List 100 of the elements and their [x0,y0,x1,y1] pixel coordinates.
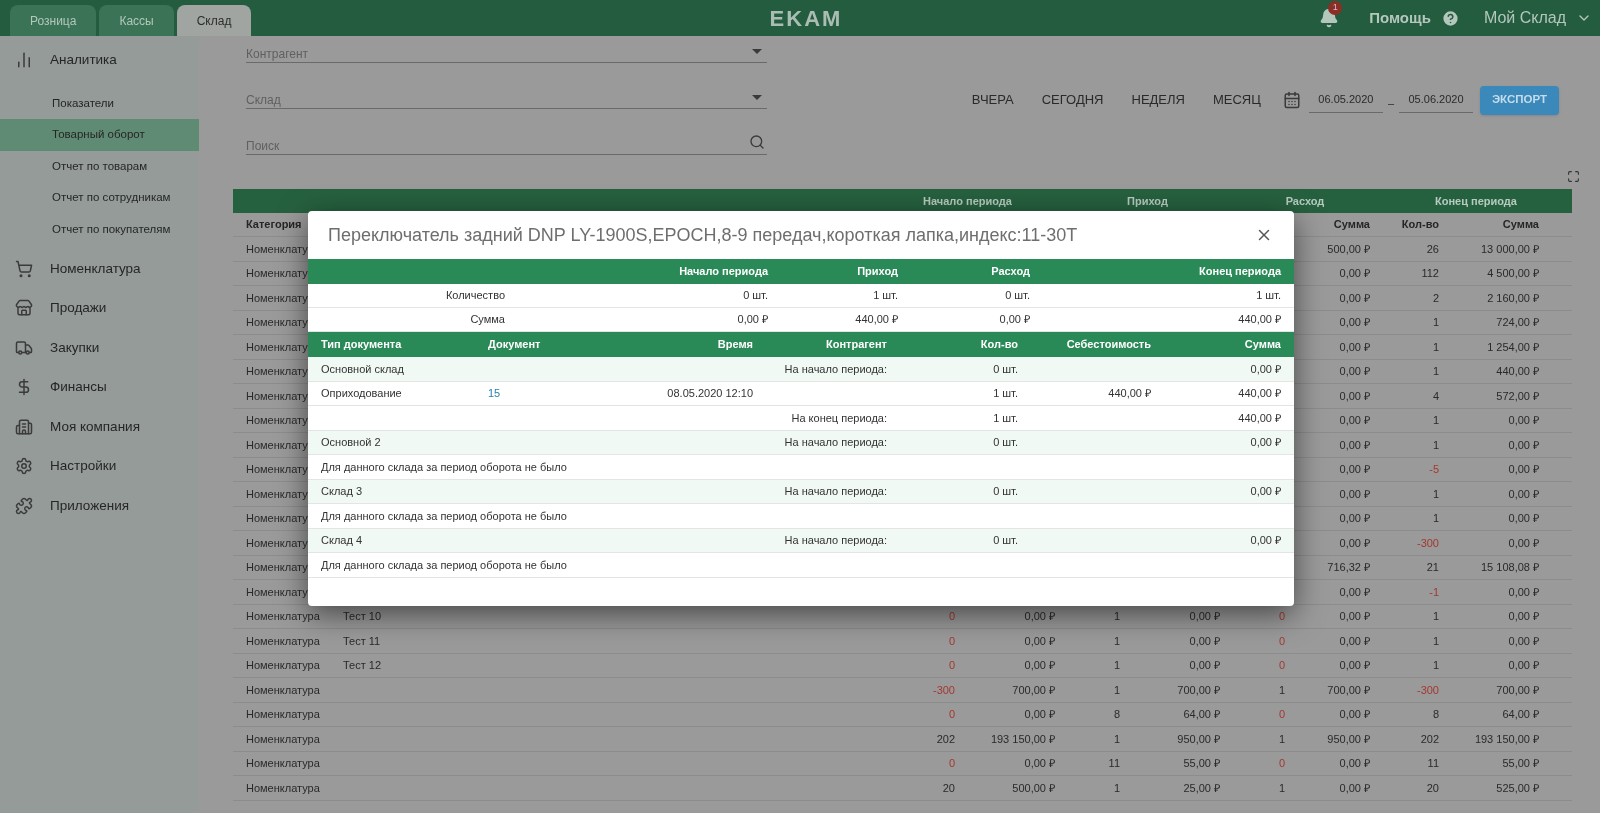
help-icon[interactable] [1440,8,1460,28]
account-menu[interactable]: Мой Склад [1483,6,1566,30]
table-cell-text: 08.05.2020 12:10 [666,386,754,401]
table-cell-text: 0 [1277,658,1286,673]
period-button[interactable]: МЕСЯЦ [1198,90,1275,110]
module-tab[interactable]: Кассы [99,5,174,36]
table-cell-text: 1 [1112,658,1121,673]
table-cell-text: 0,00 ₽ [1507,413,1540,428]
table-cell-text: 950,00 ₽ [1326,731,1371,747]
row-label: Количество [444,288,506,304]
table-cell-text: Номенклатура [246,731,320,747]
table-cell-text: 0,00 ₽ [998,312,1031,328]
sidebar-subitem[interactable]: Показатели [0,87,199,119]
table-cell-text: 1 [1277,780,1286,796]
truck-icon[interactable] [15,338,33,357]
table-cell-text: 13 000,00 ₽ [1480,241,1540,257]
fullscreen-icon[interactable] [1567,170,1580,183]
table-cell-text: 1 [1431,437,1440,453]
table-cell-text: 20 [941,780,956,796]
table-cell-text: Номенклату [246,535,308,551]
table-cell-text: Тест 10 [343,609,382,624]
sidebar-item[interactable]: Моя компания [50,416,140,437]
sidebar-item[interactable]: Настройки [50,456,117,477]
table-cell-text: Номенклату [246,364,308,379]
table-cell-text: 0,00 ₽ [1338,756,1371,771]
search-field[interactable]: Поиск [246,131,767,155]
building-icon[interactable] [15,417,33,436]
table-cell-text: 1 [1277,682,1286,698]
sidebar-subitem[interactable]: Отчет по сотрудникам [0,182,199,214]
module-tab[interactable]: Склад [176,5,252,36]
table-cell-text: 0 [1277,756,1286,771]
column-header[interactable]: Кол-во [1380,216,1449,233]
table-cell-text: 0,00 ₽ [1338,364,1371,379]
table-cell-text: 500,00 ₽ [1326,241,1371,257]
table-cell-text: 8 [1431,707,1440,722]
caret-icon [752,95,762,100]
sidebar-item[interactable]: Приложения [50,495,129,516]
column-header[interactable]: Сумма [1449,216,1572,233]
table-cell-text: 1 шт. [992,410,1019,426]
date-field[interactable]: 05.06.2020 [1399,87,1473,113]
column-header[interactable]: Сумма [1295,216,1380,233]
sidebar-item[interactable]: Финансы [50,377,107,398]
table-cell-text: Номенклату [246,486,308,502]
table-cell-text: Номенклату [246,462,308,477]
table-cell-text: -300 [1415,682,1440,698]
table-cell-text: 572,00 ₽ [1495,388,1540,404]
table-cell-text: 0,00 ₽ [1338,413,1371,428]
date-field[interactable]: 06.05.2020 [1308,87,1383,113]
empty-period-note: Для данного склада за период оборота не было [320,557,567,573]
period-button[interactable]: ВЧЕРА [957,90,1028,110]
table-cell-text: 0,00 ₽ [1188,658,1221,673]
sidebar-item[interactable]: Аналитика [50,49,117,70]
store-icon[interactable] [15,299,33,318]
search-icon[interactable] [749,134,765,150]
help-link[interactable]: Помощь [1369,6,1431,30]
table-cell-text: 500,00 ₽ [1011,780,1056,796]
module-tab[interactable]: Розница [10,5,97,36]
table-cell-text: 0,00 ₽ [736,312,769,328]
column-header: Тип документа [320,337,403,353]
sidebar-subitem[interactable]: Отчет по покупателям [0,213,199,245]
table-cell-text: 950,00 ₽ [1176,731,1221,747]
table-cell-text: Номенклату [246,266,308,281]
sidebar-item[interactable]: Номенклатура [50,258,141,279]
sidebar-item[interactable]: Продажи [50,298,107,319]
sidebar-subitem[interactable]: Товарный оборот [0,119,199,151]
table-cell-text: На начало периода: [783,484,888,499]
table-cell-text: 21 [1425,560,1440,575]
puzzle-icon[interactable] [15,496,33,515]
table-cell-text: 1 [1277,731,1286,747]
table-cell-text: Номенклату [246,437,308,453]
select-field[interactable]: Склад [246,85,767,109]
sidebar-subitem[interactable]: Отчет по товарам [0,150,199,182]
table-cell-text: 1 шт. [872,288,899,304]
document-link[interactable]: 15 [475,385,600,402]
table-cell-text: 11 [1107,756,1121,771]
table-cell-text: 0,00 ₽ [1338,266,1371,281]
bar-chart-icon[interactable] [15,50,33,69]
table-cell-text: Номенклату [246,511,308,526]
table-cell-text: 440,00 ₽ [1237,386,1282,401]
table-cell-text: 64,00 ₽ [1182,707,1221,722]
table-cell-text: 0,00 ₽ [1188,609,1221,624]
cart-icon[interactable] [15,259,33,278]
table-cell-text: 525,00 ₽ [1495,780,1540,796]
period-button[interactable]: СЕГОДНЯ [1027,90,1118,110]
table-cell-text: 0,00 ₽ [1338,511,1371,526]
table-cell-text: 0,00 ₽ [1338,290,1371,306]
column-header: Начало периода [678,264,770,280]
table-cell-text: На начало периода: [783,533,888,548]
table-cell-text: 15 108,08 ₽ [1480,560,1540,575]
table-cell-text: 64,00 ₽ [1501,707,1540,722]
table-cell-text: 0 [1277,707,1286,722]
table-cell-text: 1 [1431,364,1440,379]
table-cell-text: Номенклату [246,388,308,404]
calendar-icon[interactable] [1282,91,1301,109]
settings-icon[interactable] [15,457,33,476]
table-cell-text: 700,00 ₽ [1326,682,1371,698]
sidebar-item[interactable]: Закупки [50,337,100,358]
select-field[interactable]: Контрагент [246,39,767,63]
table-cell-text: Номенклатура [246,780,320,796]
period-button[interactable]: НЕДЕЛЯ [1117,90,1199,110]
